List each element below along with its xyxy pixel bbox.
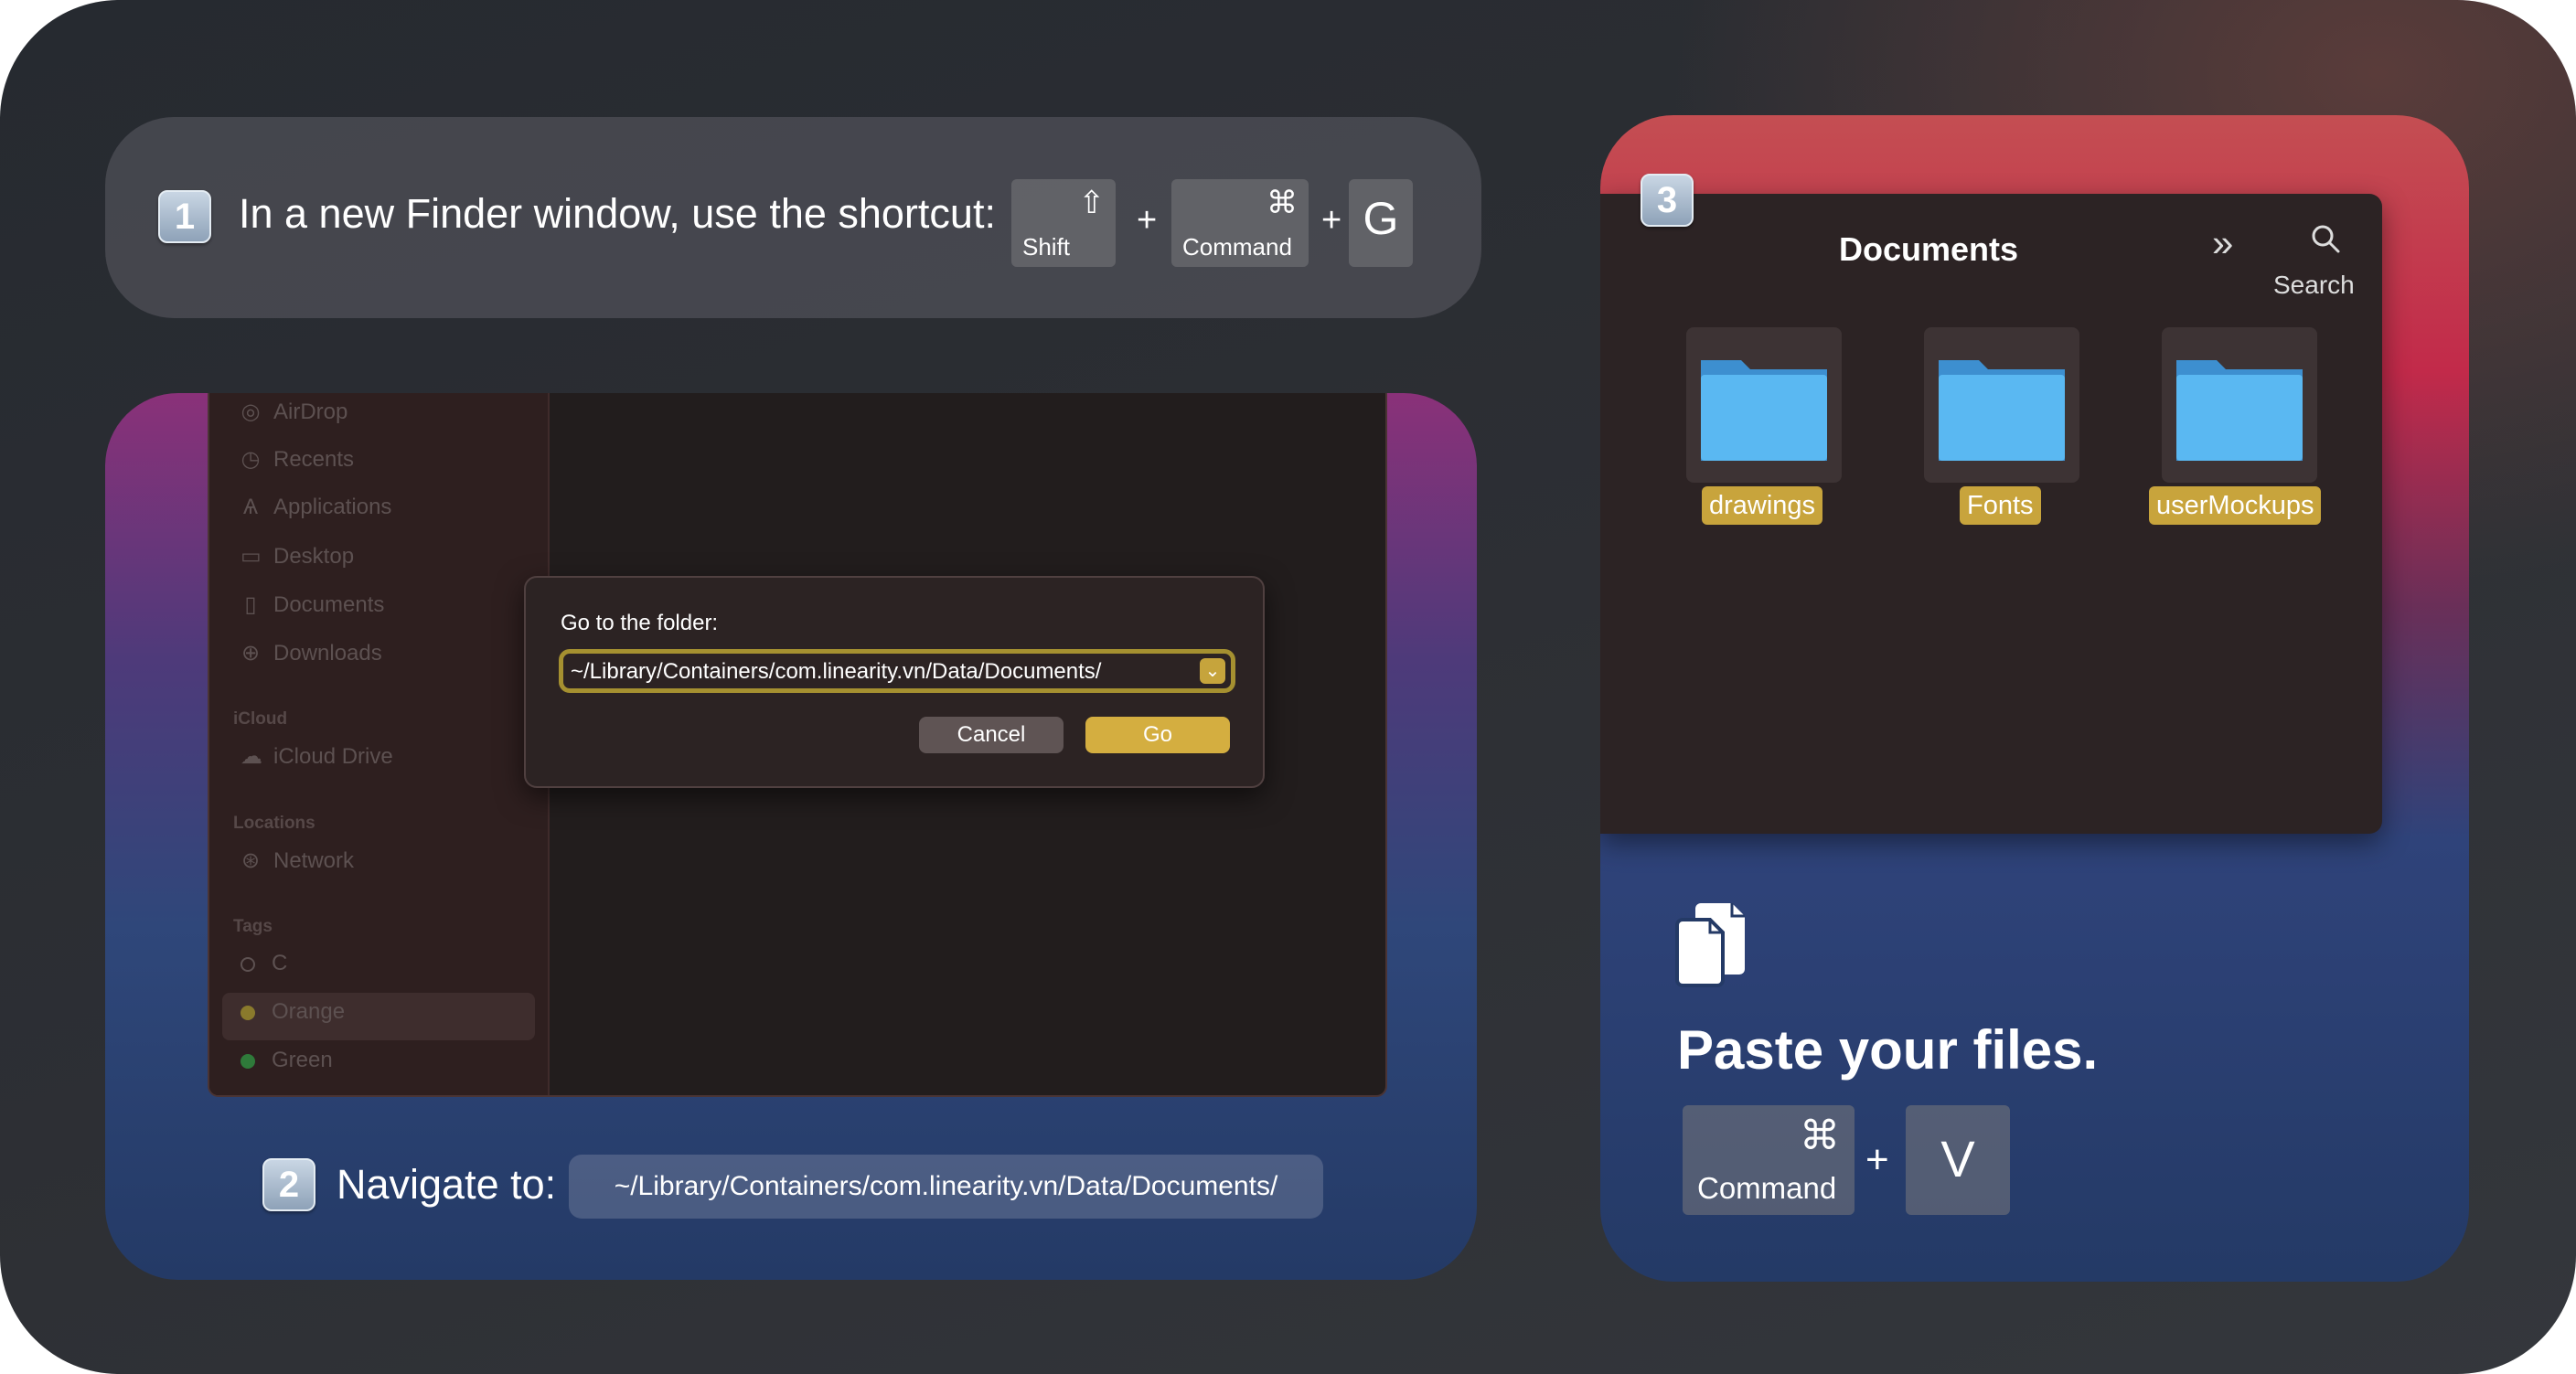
go-button[interactable]: Go: [1085, 717, 1230, 753]
sidebar-item-recents[interactable]: ◷ Recents: [240, 446, 355, 473]
finder-window: ◎ AirDrop ◷ Recents Ѧ Applications ▭ Desktop…: [208, 393, 1387, 1097]
tag-dot-icon: [240, 1005, 255, 1020]
step1-number-badge: 1: [158, 190, 211, 243]
folder-path-display: ~/Library/Containers/com.linearity.vn/Da…: [569, 1155, 1323, 1219]
folder-path-input[interactable]: [571, 657, 1174, 687]
step1-instruction: In a new Finder window, use the shortcut…: [239, 190, 996, 237]
folder-name-usermockups: userMockups: [2149, 486, 2322, 525]
command-key-label: Command: [1697, 1171, 1837, 1205]
v-key-label: V: [1940, 1130, 1975, 1188]
sidebar-tag-orange[interactable]: Orange: [240, 999, 345, 1025]
tag-dot-icon: [240, 956, 255, 972]
plus-sign: +: [1865, 1137, 1889, 1182]
step2-instruction: Navigate to:: [337, 1161, 557, 1208]
airdrop-icon: ◎: [240, 399, 261, 424]
download-icon: ⊕: [240, 641, 261, 666]
sidebar-heading-icloud: iCloud: [233, 709, 288, 729]
sidebar-item-applications[interactable]: Ѧ Applications: [240, 495, 391, 520]
command-icon: ⌘: [1267, 186, 1298, 220]
command-key-label: Command: [1182, 233, 1292, 261]
sidebar-item-network[interactable]: ⊛ Network: [240, 847, 354, 874]
cloud-icon: ☁: [240, 744, 262, 769]
sidebar-tag-green[interactable]: Green: [240, 1048, 333, 1073]
paste-documents-icon: [1675, 903, 1745, 987]
step1-card: 1 In a new Finder window, use the shortc…: [105, 117, 1481, 318]
g-key-label: G: [1363, 193, 1399, 244]
sidebar-heading-tags: Tags: [233, 917, 273, 936]
command-icon: ⌘: [1800, 1113, 1840, 1158]
dialog-label: Go to the folder:: [561, 611, 719, 635]
plus-sign: +: [1321, 201, 1342, 240]
sidebar-item-icloud-drive[interactable]: ☁ iCloud Drive: [240, 743, 393, 770]
step3-card: Documents » Search drawings Fonts userMo…: [1600, 115, 2469, 1282]
clock-icon: ◷: [240, 447, 261, 472]
folder-icon: [2176, 360, 2303, 461]
g-key: G: [1349, 179, 1413, 267]
plus-sign: +: [1137, 201, 1158, 240]
search-icon[interactable]: [2308, 221, 2345, 258]
go-to-folder-dialog: Go to the folder: ⌄ Cancel Go: [524, 576, 1265, 788]
window-title: Documents: [1839, 230, 2019, 268]
chevron-down-icon[interactable]: ⌄: [1200, 658, 1225, 684]
folder-name-fonts: Fonts: [1960, 486, 2041, 525]
paste-title: Paste your files.: [1677, 1019, 2099, 1081]
folder-icon: [1939, 360, 2065, 461]
desktop-icon: ▭: [240, 544, 262, 569]
folder-usermockups[interactable]: [2162, 327, 2317, 483]
tutorial-canvas: 1 In a new Finder window, use the shortc…: [0, 0, 2576, 1374]
sidebar-heading-locations: Locations: [233, 814, 315, 833]
applications-icon: Ѧ: [242, 495, 259, 519]
folder-icon: [1701, 360, 1827, 461]
cancel-button[interactable]: Cancel: [919, 717, 1064, 753]
sidebar-item-airdrop[interactable]: ◎ AirDrop: [240, 399, 348, 425]
document-icon: ▯: [244, 592, 257, 617]
v-key: V: [1906, 1105, 2010, 1215]
tag-dot-icon: [240, 1053, 255, 1069]
step3-number-badge: 3: [1641, 174, 1694, 227]
folder-drawings[interactable]: [1686, 327, 1842, 483]
shift-icon: ⇧: [1078, 186, 1106, 220]
folder-fonts[interactable]: [1924, 327, 2079, 483]
folder-path-field-frame: ⌄: [559, 649, 1235, 693]
documents-finder-window: Documents » Search drawings Fonts userMo…: [1600, 194, 2382, 834]
shift-key: ⇧ Shift: [1011, 179, 1116, 267]
command-key: ⌘ Command: [1171, 179, 1309, 267]
shift-key-label: Shift: [1022, 233, 1071, 261]
more-toolbar-icon[interactable]: »: [2212, 221, 2233, 265]
finder-sidebar: ◎ AirDrop ◷ Recents Ѧ Applications ▭ Desktop…: [209, 393, 550, 1095]
sidebar-tag-c[interactable]: C: [240, 951, 287, 976]
sidebar-item-desktop[interactable]: ▭ Desktop: [240, 543, 354, 570]
sidebar-item-documents[interactable]: ▯ Documents: [240, 591, 384, 618]
command-key: ⌘ Command: [1683, 1105, 1855, 1215]
search-label: Search: [2273, 271, 2355, 299]
folder-name-drawings: drawings: [1702, 486, 1823, 525]
step2-card: ◎ AirDrop ◷ Recents Ѧ Applications ▭ Desktop…: [105, 393, 1477, 1280]
globe-icon: ⊛: [240, 848, 261, 873]
step2-number-badge: 2: [262, 1158, 315, 1211]
sidebar-item-downloads[interactable]: ⊕ Downloads: [240, 640, 382, 666]
